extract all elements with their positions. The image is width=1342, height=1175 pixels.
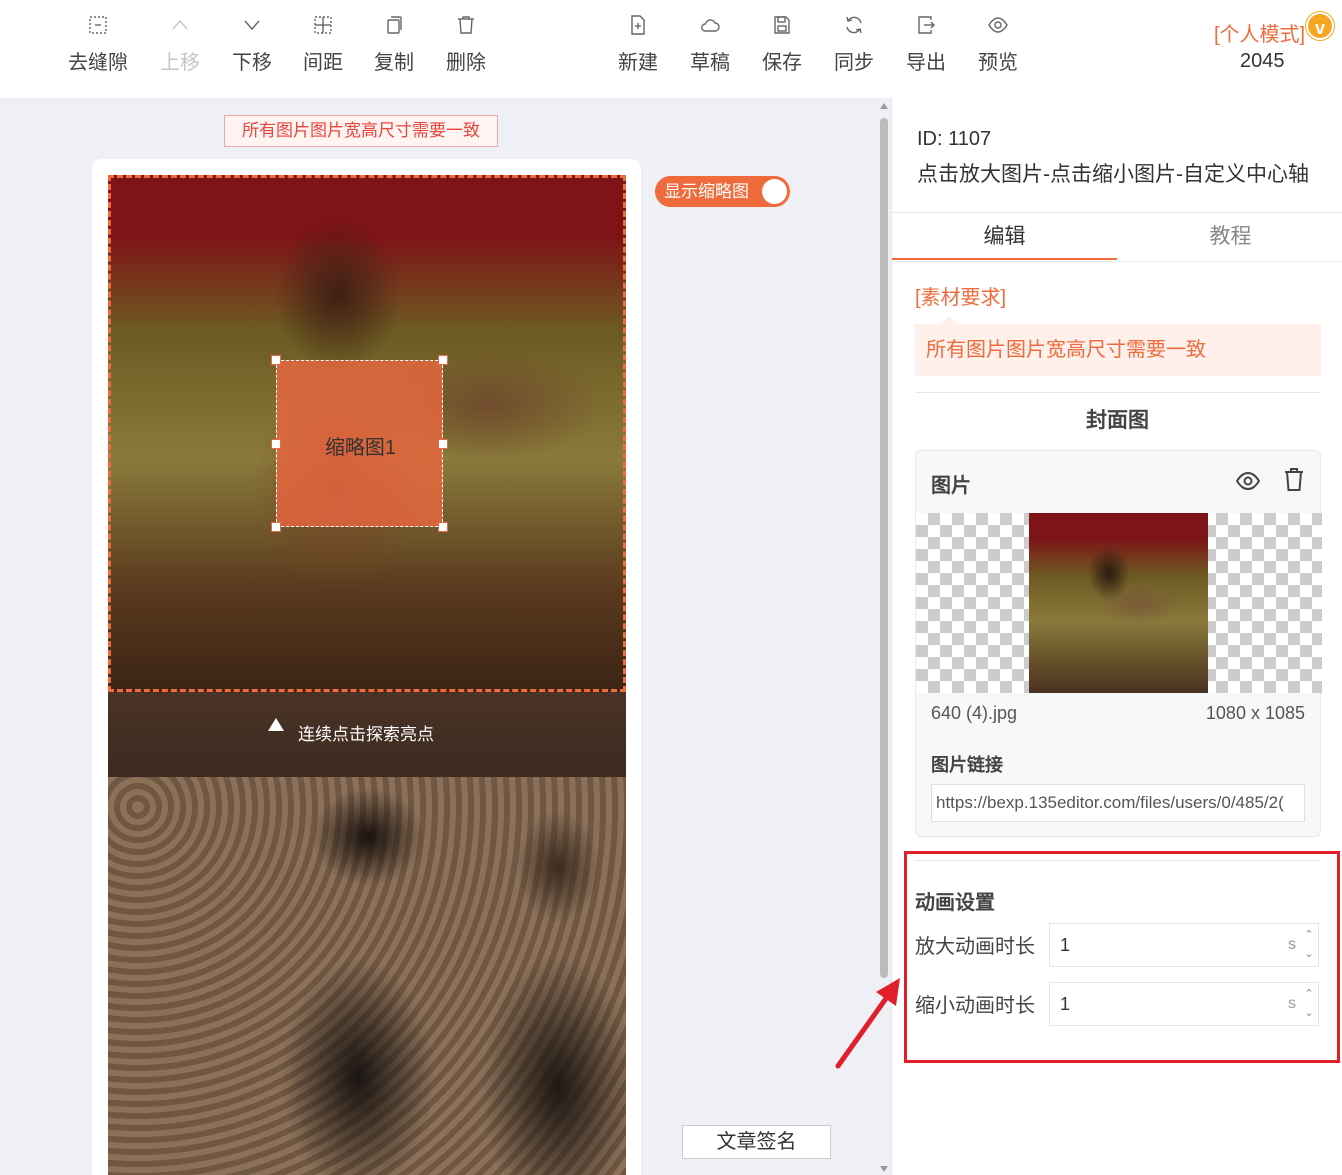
scroll-up-icon[interactable] [880, 103, 888, 109]
move-down-button[interactable]: 下移 [216, 14, 288, 75]
size-notice: 所有图片图片宽高尺寸需要一致 [224, 115, 498, 147]
thumbnail-hotspot[interactable]: 缩略图1 [271, 355, 448, 532]
export-icon [890, 14, 962, 44]
sync-icon [818, 14, 890, 44]
spacing-icon [287, 14, 359, 44]
divider [892, 212, 1342, 213]
annotation-arrow-icon [835, 978, 900, 1069]
save-icon [746, 14, 818, 44]
user-count: 2045 [1240, 50, 1285, 72]
export-button[interactable]: 导出 [890, 14, 962, 75]
eye-icon [962, 14, 1034, 44]
personal-mode-switch[interactable]: [个人模式] [1214, 18, 1305, 47]
hint-text: 连续点击探索亮点 [298, 725, 434, 744]
article-signature-button[interactable]: 文章签名 [682, 1125, 831, 1159]
image-link-input[interactable] [931, 784, 1305, 822]
trash-icon [430, 14, 502, 44]
eye-icon[interactable] [1234, 467, 1262, 495]
image-card: 图片 640 (4).jpg 1080 x 1085 图片链接 [915, 450, 1322, 837]
tab-tutorial[interactable]: 教程 [1118, 214, 1342, 260]
image-preview[interactable] [1029, 513, 1208, 693]
show-thumbnail-toggle[interactable]: 显示缩略图 [655, 176, 790, 207]
preview-button[interactable]: 预览 [962, 14, 1034, 75]
cover-title: 封面图 [1086, 409, 1149, 432]
divider [892, 261, 1342, 262]
sync-button[interactable]: 同步 [818, 14, 890, 75]
annotation-highlight-box [904, 851, 1340, 1063]
requirement-text: 所有图片图片宽高尺寸需要一致 [915, 316, 1321, 376]
scrollbar-thumb[interactable] [880, 118, 888, 978]
triangle-up-icon [268, 718, 284, 731]
new-file-icon [602, 14, 674, 44]
image-link-label: 图片链接 [931, 755, 1003, 775]
cloud-icon [674, 14, 746, 44]
resize-handle[interactable] [271, 522, 281, 532]
template-title: 点击放大图片-点击缩小图片-自定义中心轴 [917, 163, 1309, 186]
resize-handle[interactable] [438, 522, 448, 532]
new-button[interactable]: 新建 [602, 14, 674, 75]
tab-edit[interactable]: 编辑 [892, 214, 1117, 260]
toolbar: 去缝隙 上移 下移 间距 复制 删除 新建 草稿 保存 同步 导出 预览 [个人… [0, 0, 1342, 98]
resize-handle[interactable] [271, 355, 281, 365]
image-card-title: 图片 [931, 475, 971, 497]
image-dimensions: 1080 x 1085 [1205, 703, 1305, 723]
delete-button[interactable]: 删除 [430, 14, 502, 75]
spacing-button[interactable]: 间距 [287, 14, 359, 75]
template-id: ID: 1107 [917, 128, 992, 150]
draft-button[interactable]: 草稿 [674, 14, 746, 75]
second-image[interactable] [108, 777, 626, 1175]
save-button[interactable]: 保存 [746, 14, 818, 75]
gap-icon [62, 14, 134, 44]
chevron-up-icon [144, 14, 216, 44]
divider [915, 392, 1321, 393]
chevron-down-icon [216, 14, 288, 44]
move-up-button[interactable]: 上移 [144, 14, 216, 75]
scroll-down-icon[interactable] [880, 1166, 888, 1172]
remove-gap-button[interactable]: 去缝隙 [62, 14, 134, 75]
toggle-label: 显示缩略图 [664, 182, 749, 201]
toggle-knob [762, 179, 787, 204]
trash-icon[interactable] [1280, 465, 1308, 493]
copy-icon [358, 14, 430, 44]
copy-button[interactable]: 复制 [358, 14, 430, 75]
resize-handle[interactable] [438, 355, 448, 365]
thumbnail-label: 缩略图1 [324, 437, 397, 459]
requirement-title: [素材要求] [915, 287, 1007, 309]
vip-badge-icon[interactable]: v [1306, 12, 1334, 40]
file-name: 640 (4).jpg [931, 703, 1018, 723]
